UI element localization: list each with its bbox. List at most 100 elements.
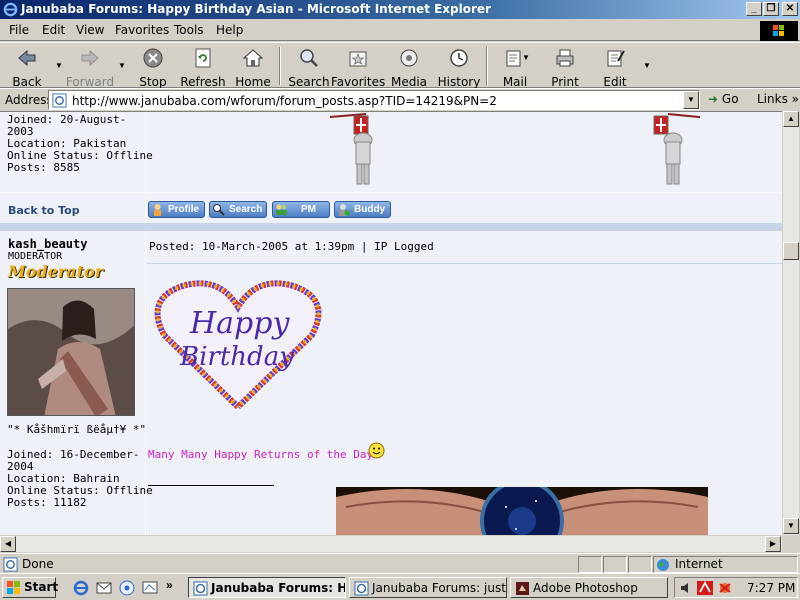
- toolbar-separator: [279, 47, 281, 85]
- zone-text: Internet: [675, 557, 723, 571]
- home-button[interactable]: Home: [226, 47, 280, 89]
- volume-icon[interactable]: [679, 581, 693, 595]
- print-icon: [556, 49, 574, 67]
- media-button[interactable]: Media: [382, 47, 436, 89]
- post-separator: [0, 223, 782, 231]
- refresh-label: Refresh: [180, 75, 226, 89]
- back-button[interactable]: Back: [0, 47, 54, 89]
- pm-button[interactable]: PM: [272, 201, 330, 218]
- scroll-right-icon[interactable]: ▶: [765, 536, 781, 552]
- refresh-button[interactable]: Refresh: [176, 47, 230, 89]
- menu-tools[interactable]: Tools: [174, 23, 204, 37]
- address-input[interactable]: http://www.janubaba.com/wforum/forum_pos…: [48, 90, 700, 110]
- system-tray: 7:27 PM: [674, 577, 798, 598]
- links-chevron-icon: »: [791, 92, 799, 106]
- post-username[interactable]: kash_beauty: [8, 237, 87, 251]
- network-icon[interactable]: [717, 581, 733, 595]
- favorites-button[interactable]: Favorites: [331, 47, 385, 89]
- home-label: Home: [235, 75, 271, 89]
- go-button[interactable]: ➜ Go: [708, 92, 739, 106]
- maximize-button[interactable]: ❐: [763, 2, 779, 16]
- search-label: Search: [288, 75, 330, 89]
- edit-icon: [607, 50, 625, 67]
- taskbar: Start » Janubaba Forums: H... Janubaba F…: [0, 573, 800, 600]
- ie-page-icon: [354, 581, 369, 596]
- mail-dropdown-icon[interactable]: ▼: [522, 53, 530, 62]
- add-buddy-icon: [339, 204, 350, 216]
- quicklaunch-outlook-icon[interactable]: [95, 579, 113, 597]
- scroll-thumb[interactable]: [783, 242, 799, 260]
- quicklaunch-messenger-icon[interactable]: [118, 579, 136, 597]
- avatar: [7, 288, 135, 416]
- back-to-top-link[interactable]: Back to Top: [8, 204, 80, 217]
- forward-label: Forward: [65, 75, 115, 89]
- vertical-scrollbar[interactable]: ▲ ▼: [782, 111, 799, 535]
- profile-button[interactable]: Profile: [148, 201, 205, 218]
- back-label: Back: [12, 75, 42, 89]
- clock[interactable]: 7:27 PM: [747, 581, 795, 595]
- forward-button[interactable]: Forward: [63, 47, 117, 89]
- card-text-happy: Happy: [189, 306, 290, 341]
- buddy-button[interactable]: Buddy: [334, 201, 391, 218]
- address-dropdown-icon[interactable]: ▼: [683, 91, 699, 109]
- menu-file[interactable]: File: [9, 23, 29, 37]
- photoshop-icon: [516, 582, 529, 595]
- pm-button-label: PM: [301, 204, 316, 215]
- task-label: Janubaba Forums: H...: [211, 581, 346, 595]
- scroll-down-icon[interactable]: ▼: [783, 518, 799, 534]
- search-icon: [300, 49, 318, 67]
- column-divider: [145, 112, 146, 535]
- menu-help[interactable]: Help: [216, 23, 243, 37]
- signature-rule: [148, 485, 274, 486]
- start-button[interactable]: Start: [2, 577, 59, 598]
- back-dropdown-icon[interactable]: ▼: [55, 61, 63, 70]
- post-user-role: MODERATOR: [8, 251, 63, 262]
- search-button[interactable]: Search: [282, 47, 336, 89]
- edit-dropdown-icon[interactable]: ▼: [643, 61, 651, 70]
- standard-toolbar: Back ▼ Forward ▼ Stop Refresh Home Searc…: [0, 42, 800, 89]
- quicklaunch-ie-icon[interactable]: [72, 579, 90, 597]
- acrobat-icon[interactable]: [697, 581, 713, 595]
- minimize-button[interactable]: _: [746, 2, 762, 16]
- edit-label: Edit: [603, 75, 627, 89]
- row-divider: [0, 192, 782, 193]
- quicklaunch-more-icon[interactable]: »: [166, 578, 173, 592]
- status-panel: [603, 556, 627, 573]
- status-panel: [578, 556, 602, 573]
- close-button[interactable]: ✕: [782, 2, 798, 16]
- windows-logo-icon: [760, 21, 798, 41]
- page-content: Joined: 20-August- 2003 Location: Pakist…: [0, 111, 782, 535]
- taskbar-item-janubaba-just[interactable]: Janubaba Forums: just wo...: [349, 577, 507, 598]
- scroll-left-icon[interactable]: ◀: [0, 536, 16, 552]
- windows-flag-icon: [7, 581, 20, 594]
- prev-posts: Posts: 8585: [7, 161, 80, 174]
- menu-view[interactable]: View: [76, 23, 104, 37]
- history-label: History: [437, 75, 481, 89]
- stop-button[interactable]: Stop: [126, 47, 180, 89]
- scroll-up-icon[interactable]: ▲: [783, 111, 799, 127]
- print-button[interactable]: Print: [538, 47, 592, 89]
- back-arrow-icon: [18, 49, 36, 67]
- quicklaunch-desktop-icon[interactable]: [141, 579, 159, 597]
- horizontal-scrollbar[interactable]: ◀ ▶: [0, 535, 782, 552]
- start-label: Start: [24, 580, 59, 594]
- title-bar[interactable]: Janubaba Forums: Happy Birthday Asian - …: [0, 0, 800, 19]
- size-grip[interactable]: [782, 535, 799, 552]
- post-count: Posts: 11182: [7, 496, 87, 509]
- address-label: Address: [5, 93, 53, 107]
- favorites-icon: [349, 51, 367, 67]
- edit-button[interactable]: Edit: [588, 47, 642, 89]
- menu-edit[interactable]: Edit: [42, 23, 65, 37]
- globe-icon: [657, 559, 669, 571]
- media-icon: [400, 49, 418, 67]
- search-posts-button[interactable]: Search: [209, 201, 267, 218]
- page-done-icon: [3, 557, 18, 572]
- history-button[interactable]: History: [432, 47, 486, 89]
- mail-button[interactable]: Mail: [488, 47, 542, 89]
- forward-arrow-icon: [81, 49, 99, 67]
- links-button[interactable]: Links »: [757, 92, 799, 106]
- taskbar-item-photoshop[interactable]: Adobe Photoshop: [510, 577, 668, 598]
- taskbar-item-janubaba-birthday[interactable]: Janubaba Forums: H...: [188, 577, 346, 598]
- magnifier-icon: [213, 204, 225, 216]
- menu-favorites[interactable]: Favorites: [115, 23, 169, 37]
